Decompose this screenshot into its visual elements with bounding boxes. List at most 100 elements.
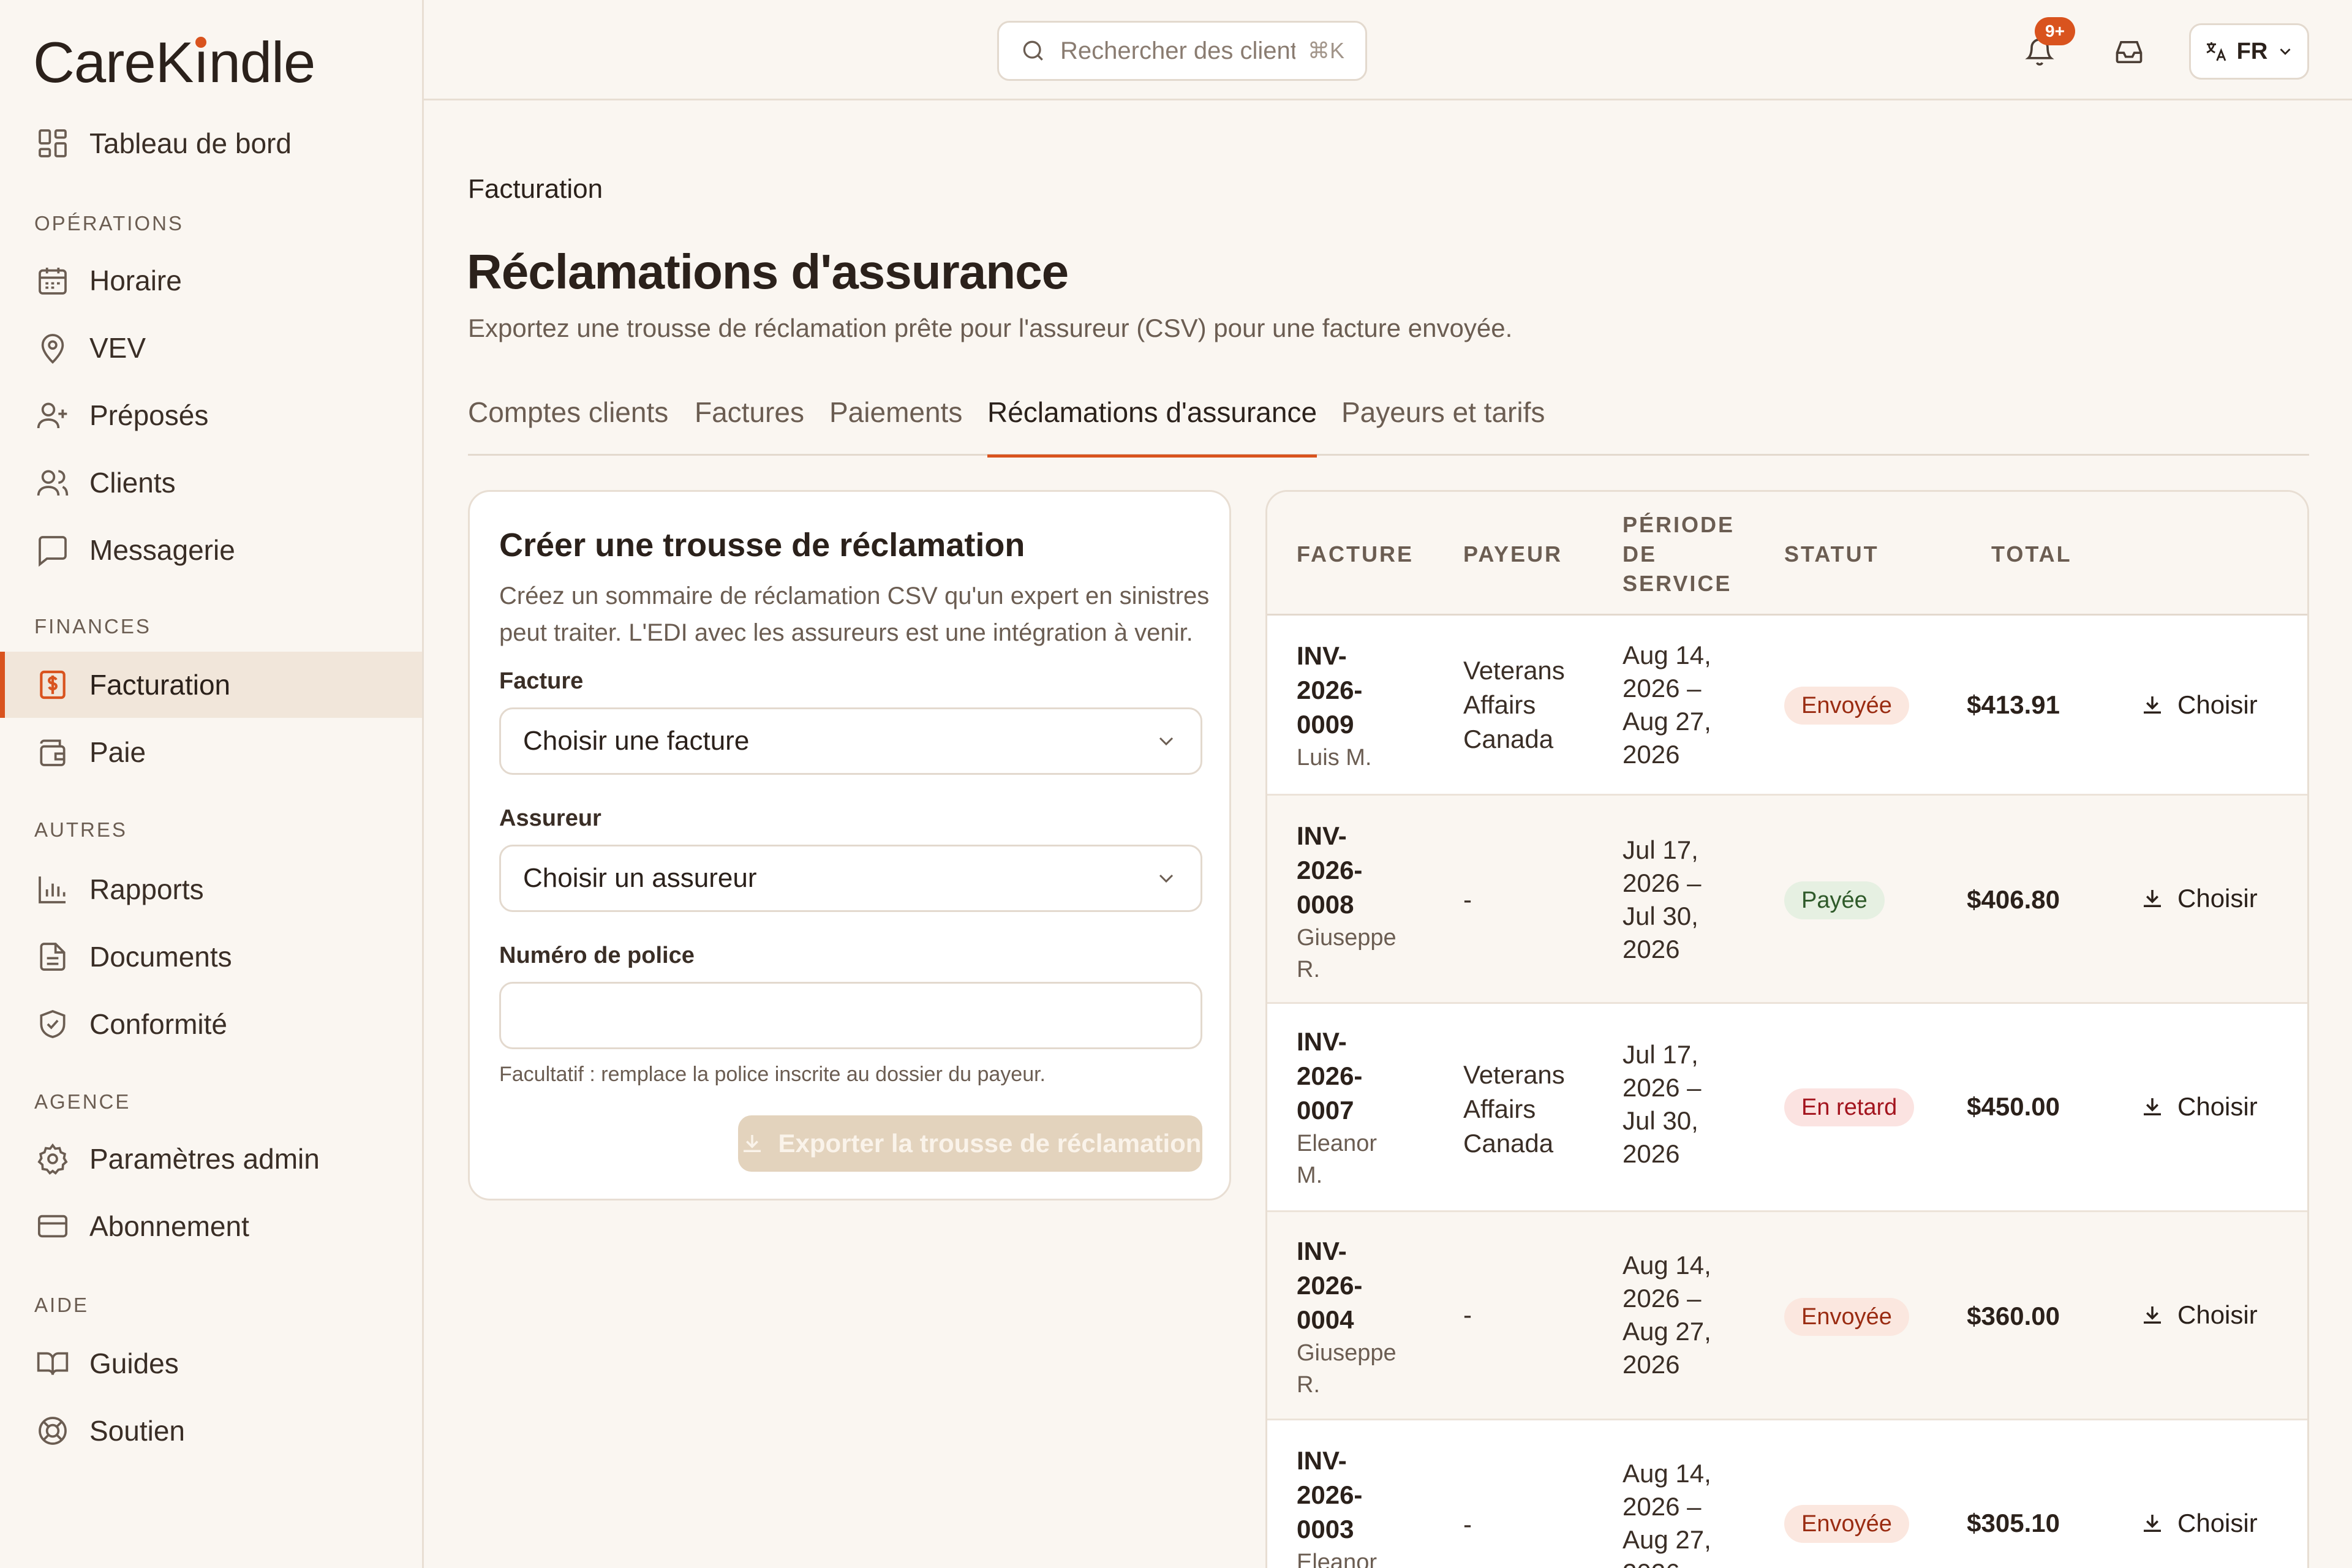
total-cell: $413.91: [1967, 690, 2060, 719]
file-text-icon: [40, 943, 66, 971]
sidebar-item-schedule[interactable]: Horaire: [0, 247, 422, 314]
sidebar-item-label: Clients: [89, 467, 176, 499]
policy-number-input[interactable]: [499, 982, 1202, 1049]
life-buoy-icon: [39, 1417, 67, 1445]
invoice-cell: INV- 2026- 0008 Giuseppe R.: [1297, 819, 1438, 986]
sidebar-item-caregivers[interactable]: Préposés: [0, 382, 422, 448]
tab-client-accounts[interactable]: Comptes clients: [468, 396, 668, 456]
invoice-id-line: INV-: [1297, 641, 1347, 670]
choose-label: Choisir: [2177, 690, 2258, 719]
sidebar-item-reports[interactable]: Rapports: [0, 856, 422, 922]
column-header-period: PÉRIODE DE SERVICE: [1623, 510, 1735, 598]
sidebar-item-label: Rapports: [89, 873, 204, 905]
tab-payments[interactable]: Paiements: [829, 396, 962, 456]
service-period-cell: Aug 14, 2026 – Aug 27, 2026: [1623, 639, 1745, 771]
sidebar-item-payroll[interactable]: Paie: [0, 719, 422, 785]
total-cell: $360.00: [1967, 1302, 2060, 1330]
brand-name-part-1: CareK: [33, 30, 194, 94]
tab-payers-and-rates[interactable]: Payeurs et tarifs: [1341, 396, 1545, 456]
search-placeholder: Rechercher des clients, des préposés…: [1060, 37, 1295, 64]
service-period-cell: Jul 17, 2026 – Jul 30, 2026: [1623, 1038, 1745, 1170]
period-line: 2026 –: [1623, 1492, 1702, 1521]
column-header-period-line: SERVICE: [1623, 571, 1732, 596]
sidebar-item-label: Abonnement: [89, 1210, 249, 1242]
period-line: 2026 –: [1623, 1073, 1702, 1102]
brand-logo[interactable]: CareKı ndle: [33, 29, 315, 96]
period-line: Jul 17,: [1623, 1040, 1698, 1069]
invoice-dollar-icon: [40, 670, 66, 699]
invoice-id-line: INV-: [1297, 1237, 1347, 1265]
brand-logo-i: ı: [193, 29, 209, 96]
choose-label: Choisir: [2177, 1300, 2258, 1329]
total-cell: $406.80: [1967, 885, 2060, 914]
sidebar-item-compliance[interactable]: Conformité: [0, 991, 422, 1057]
language-switcher[interactable]: FR: [2189, 23, 2309, 80]
sidebar-item-subscription[interactable]: Abonnement: [0, 1193, 422, 1259]
sidebar-item-documents[interactable]: Documents: [0, 924, 422, 990]
sidebar-item-label: Soutien: [89, 1415, 186, 1447]
sidebar-item-evv[interactable]: VEV: [0, 315, 422, 381]
page-title: Réclamations d'assurance: [467, 244, 1069, 299]
invoice-id-line: INV-: [1297, 821, 1347, 850]
period-line: 2026: [1623, 1556, 1745, 1568]
book-open-icon: [37, 1352, 69, 1375]
period-line: Aug 14,: [1623, 641, 1711, 669]
choose-invoice-button[interactable]: Choisir: [2139, 1300, 2258, 1330]
download-icon: [743, 1135, 761, 1152]
sidebar-item-clients[interactable]: Clients: [0, 450, 422, 516]
choose-invoice-button[interactable]: Choisir: [2139, 1509, 2258, 1538]
sidebar-item-label: Tableau de bord: [89, 127, 292, 159]
table-row: INV- 2026- 0003 Eleanor - Aug 14, 2026 –…: [1267, 1420, 2307, 1568]
inbox-button[interactable]: [2103, 26, 2155, 77]
shield-check-icon: [40, 1010, 66, 1038]
tab-insurance-claims[interactable]: Réclamations d'assurance: [987, 396, 1317, 458]
translate-icon: [2206, 42, 2226, 61]
download-icon: [2144, 1098, 2161, 1115]
choose-invoice-button[interactable]: Choisir: [2139, 1092, 2258, 1121]
period-line: 2026 –: [1623, 674, 1702, 703]
language-code: FR: [2236, 38, 2268, 64]
tab-invoices[interactable]: Factures: [695, 396, 804, 456]
claim-kit-form-card: Créer une trousse de réclamation Créez u…: [468, 490, 1231, 1200]
sidebar-item-dashboard[interactable]: Tableau de bord: [0, 110, 422, 176]
download-icon: [2144, 1306, 2161, 1324]
invoice-id-line: 0007: [1297, 1096, 1354, 1125]
total-cell: $305.10: [1967, 1509, 2060, 1537]
download-icon: [2144, 696, 2161, 714]
invoice-select-value: Choisir une facture: [523, 726, 750, 756]
sidebar-item-admin-settings[interactable]: Paramètres admin: [0, 1126, 422, 1192]
export-claim-kit-button[interactable]: Exporter la trousse de réclamation: [738, 1115, 1202, 1172]
period-line: Aug 27,: [1623, 707, 1711, 736]
credit-card-icon: [37, 1215, 68, 1238]
invoice-select[interactable]: Choisir une facture: [499, 707, 1202, 775]
choose-label: Choisir: [2177, 1509, 2258, 1537]
choose-invoice-button[interactable]: Choisir: [2139, 884, 2258, 913]
sidebar-item-messaging[interactable]: Messagerie: [0, 517, 422, 583]
search-shortcut: ⌘K: [1307, 38, 1344, 63]
payer-cell: Veterans Affairs Canada: [1463, 654, 1604, 756]
choose-label: Choisir: [2177, 1092, 2258, 1121]
download-icon: [2144, 1515, 2161, 1532]
chevron-down-icon: [2280, 48, 2291, 55]
invoice-client: R.: [1297, 1372, 1320, 1398]
sidebar-item-support[interactable]: Soutien: [0, 1398, 422, 1464]
invoice-client: R.: [1297, 957, 1320, 982]
column-header-status: STATUT: [1784, 541, 1879, 567]
status-badge: Envoyée: [1784, 1505, 1909, 1543]
breadcrumb[interactable]: Facturation: [468, 174, 603, 205]
page-subtitle: Exportez une trousse de réclamation prêt…: [468, 314, 1513, 342]
sidebar-item-billing[interactable]: Facturation: [0, 652, 422, 718]
insurer-label: Assureur: [499, 805, 601, 831]
sidebar-item-label: Documents: [89, 941, 232, 973]
download-icon: [2144, 890, 2161, 907]
invoice-client: Eleanor: [1297, 1550, 1377, 1568]
payer-line: Canada: [1463, 725, 1554, 753]
period-line: Aug 27,: [1623, 1317, 1711, 1346]
invoice-cell: INV- 2026- 0007 Eleanor M.: [1297, 1025, 1438, 1191]
choose-invoice-button[interactable]: Choisir: [2139, 690, 2258, 720]
global-search-input[interactable]: Rechercher des clients, des préposés… ⌘K: [997, 21, 1367, 81]
insurer-select[interactable]: Choisir un assureur: [499, 845, 1202, 912]
sidebar-item-guides[interactable]: Guides: [0, 1330, 422, 1396]
service-period-cell: Aug 14, 2026 – Aug 27, 2026: [1623, 1457, 1745, 1568]
column-header-period-line: DE: [1623, 541, 1657, 567]
